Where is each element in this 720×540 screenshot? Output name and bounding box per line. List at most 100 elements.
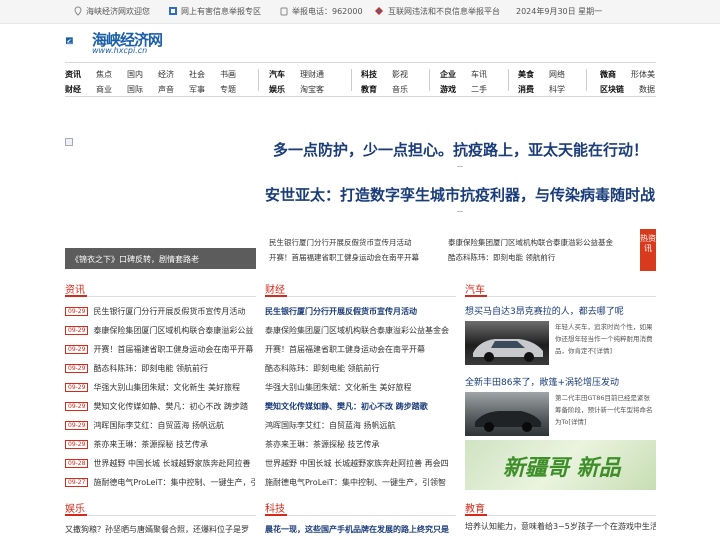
news-date: 09-29 xyxy=(65,440,89,449)
news-item[interactable]: 09-29 泰康保险集团厦门区域机构联合泰康溢彩公益 xyxy=(65,325,256,336)
car-icon xyxy=(473,339,543,362)
headline-2[interactable]: 安世亚太：打造数字孪生城市抗疫利器，与传染病毒随时战 xyxy=(265,184,655,205)
nav-item[interactable]: 理财通 xyxy=(300,69,324,80)
finance-item[interactable]: 鸿晖国际李艾红：自贸蓝海 扬帆远航 xyxy=(265,420,456,431)
date-text: 2024年9月30日 星期一 xyxy=(516,7,603,16)
nav-item[interactable]: 消费 xyxy=(518,84,534,95)
headline-1[interactable]: 多一点防护，少一点担心。抗疫路上，亚太天能在行动！ xyxy=(273,139,648,160)
finance-item[interactable]: 酷态科陈玮：即刻电能 领航前行 xyxy=(265,363,456,374)
finance-item[interactable]: 泰康保险集团厦门区域机构联合泰康溢彩公益基金会 xyxy=(265,325,456,336)
section-title-tech[interactable]: 科技 xyxy=(265,500,285,515)
auto-headline-2[interactable]: 全新丰田86来了，敞篷+涡轮增压发动 xyxy=(465,375,619,388)
nav-item[interactable]: 教育 xyxy=(361,84,377,95)
finance-item[interactable]: 世界越野 中国长城 长城越野家族奔赴阿拉善 再会四 xyxy=(265,458,456,469)
hot-news-badge[interactable]: 热资讯 xyxy=(640,229,656,271)
nav-item[interactable]: 财经 xyxy=(65,84,81,95)
nav-item[interactable]: 国内 xyxy=(127,69,143,80)
nav-item[interactable]: 车讯 xyxy=(471,69,487,80)
nav-item[interactable]: 汽车 xyxy=(269,69,285,80)
education-item[interactable]: 培养认知能力，意味着给3~5岁孩子一个在游戏中生活 xyxy=(465,521,656,532)
finance-item[interactable]: 茶亦来王琳：茶源探秘 技艺传承 xyxy=(265,439,456,450)
news-title[interactable]: 华强大别山集团朱斌：文化新生 美好旅程 xyxy=(93,383,240,392)
nav-item[interactable]: 科技 xyxy=(361,69,377,80)
section-title-auto[interactable]: 汽车 xyxy=(465,281,485,296)
nav-item[interactable]: 形体美 xyxy=(631,69,655,80)
news-title[interactable]: 施耐德电气ProLeiT：集中控制、一键生产，引 xyxy=(93,478,256,487)
section-title-news[interactable]: 资讯 xyxy=(65,281,85,296)
news-date: 09-29 xyxy=(65,326,89,335)
news-item[interactable]: 09-28 世界越野 中国长城 长城越野家族奔赴阿拉善 xyxy=(65,458,256,469)
news-item[interactable]: 09-29 酷态科陈玮：即刻电能 领航前行 xyxy=(65,363,256,374)
finance-item[interactable]: 华强大别山集团朱斌：文化新生 美好旅程 xyxy=(265,382,456,393)
report-platform-link[interactable]: 互联网违法和不良信息举报平台 xyxy=(388,6,500,17)
headline-divider xyxy=(457,166,463,167)
news-item[interactable]: 09-29 樊知文化传媒如静、樊凡：初心不改 踌步踏 xyxy=(65,401,256,412)
report-platform-icon xyxy=(375,7,383,15)
nav-item[interactable]: 二手 xyxy=(471,84,487,95)
ad-banner-text: 新疆哥 新品 xyxy=(503,455,621,481)
nav-item[interactable]: 区块链 xyxy=(600,84,624,95)
broken-image-icon[interactable] xyxy=(65,138,73,146)
section-title-education[interactable]: 教育 xyxy=(465,500,485,515)
news-title[interactable]: 开赛！首届福建省职工健身运动会在南平开幕 xyxy=(93,345,253,354)
location-icon xyxy=(74,6,82,16)
finance-item[interactable]: 民生银行厦门分行开展反假货币宣传月活动 xyxy=(265,306,456,317)
car-photo-2[interactable] xyxy=(465,392,549,436)
top-link[interactable]: 民生银行厦门分行开展反假货币宣传月活动 xyxy=(269,237,412,248)
tech-item[interactable]: 晨花一现，这些国产手机品牌在发展的路上终究只是 xyxy=(265,524,456,535)
news-title[interactable]: 泰康保险集团厦门区域机构联合泰康溢彩公益 xyxy=(93,326,253,335)
top-link[interactable]: 开赛！首届福建省职工健身运动会在南平开幕 xyxy=(269,252,419,263)
news-item[interactable]: 09-29 民生银行厦门分行开展反假货币宣传月活动 xyxy=(65,306,256,317)
finance-item[interactable]: 开赛！首届福建省职工健身运动会在南平开幕 xyxy=(265,344,456,355)
nav-item[interactable]: 专题 xyxy=(220,84,236,95)
section-rule xyxy=(465,296,656,297)
nav-item[interactable]: 社会 xyxy=(189,69,205,80)
nav-item[interactable]: 书画 xyxy=(220,69,236,80)
nav-item[interactable]: 焦点 xyxy=(96,69,112,80)
news-item[interactable]: 09-29 华强大别山集团朱斌：文化新生 美好旅程 xyxy=(65,382,256,393)
nav-item[interactable]: 商业 xyxy=(96,84,112,95)
nav-item[interactable]: 微商 xyxy=(600,69,616,80)
nav-item[interactable]: 科学 xyxy=(549,84,565,95)
nav-item[interactable]: 美食 xyxy=(518,69,534,80)
news-title[interactable]: 民生银行厦门分行开展反假货币宣传月活动 xyxy=(93,307,245,316)
news-title[interactable]: 酷态科陈玮：即刻电能 领航前行 xyxy=(93,364,208,373)
top-link[interactable]: 酷态科陈玮：即刻电能 领航前行 xyxy=(448,252,555,263)
finance-item[interactable]: 施耐德电气ProLeiT：集中控制、一键生产，引领智 xyxy=(265,477,456,488)
top-link[interactable]: 泰康保险集团厦门区域机构联合泰康溢彩公益基金 xyxy=(448,237,613,248)
hero-caption[interactable]: 《锦衣之下》口碑反转，剧情套路老 xyxy=(65,248,256,269)
section-title-finance[interactable]: 财经 xyxy=(265,281,285,296)
news-item[interactable]: 09-27 施耐德电气ProLeiT：集中控制、一键生产，引 xyxy=(65,477,256,488)
nav-item[interactable]: 音乐 xyxy=(392,84,408,95)
car-photo-1[interactable] xyxy=(465,321,549,365)
nav-item[interactable]: 企业 xyxy=(440,69,456,80)
nav-item[interactable]: 军事 xyxy=(189,84,205,95)
nav-item[interactable]: 娱乐 xyxy=(269,84,285,95)
ad-banner[interactable]: 新疆哥 新品 xyxy=(465,440,656,490)
section-title-entertainment[interactable]: 娱乐 xyxy=(65,500,85,515)
news-title[interactable]: 樊知文化传媒如静、樊凡：初心不改 踌步踏 xyxy=(93,402,248,411)
news-item[interactable]: 09-29 鸿晖国际李艾红：自贸蓝海 扬帆远航 xyxy=(65,420,256,431)
report-zone-link[interactable]: 网上有害信息举报专区 xyxy=(181,6,261,17)
news-title[interactable]: 世界越野 中国长城 长城越野家族奔赴阿拉善 xyxy=(93,459,250,468)
nav-item[interactable]: 数据 xyxy=(639,84,655,95)
nav-item[interactable]: 游戏 xyxy=(440,84,456,95)
section-rule xyxy=(265,515,456,516)
news-item[interactable]: 09-29 茶亦来王琳：茶源探秘 技艺传承 xyxy=(65,439,256,450)
news-title[interactable]: 鸿晖国际李艾红：自贸蓝海 扬帆远航 xyxy=(93,421,224,430)
logo-emblem[interactable] xyxy=(66,28,92,54)
entertainment-item[interactable]: 又撒狗粮？孙坚晒与唐嫣聚餐合照，还爆料位子是罗 xyxy=(65,524,256,535)
nav-item[interactable]: 国际 xyxy=(127,84,143,95)
nav-item[interactable]: 经济 xyxy=(158,69,174,80)
news-item[interactable]: 09-29 开赛！首届福建省职工健身运动会在南平开幕 xyxy=(65,344,256,355)
news-title[interactable]: 茶亦来王琳：茶源探秘 技艺传承 xyxy=(93,440,208,449)
nav-item[interactable]: 声音 xyxy=(158,84,174,95)
nav-item[interactable]: 淘宝客 xyxy=(300,84,324,95)
nav-divider xyxy=(258,69,259,91)
nav-item[interactable]: 影视 xyxy=(392,69,408,80)
finance-item[interactable]: 樊知文化传媒如静、樊凡：初心不改 踌步踏歌 xyxy=(265,401,456,412)
nav-item[interactable]: 资讯 xyxy=(65,69,81,80)
auto-headline-1[interactable]: 想买马自达3昂克赛拉的人，都去哪了呢 xyxy=(465,304,624,317)
nav-item[interactable]: 网络 xyxy=(549,69,565,80)
nav-divider xyxy=(429,69,430,91)
